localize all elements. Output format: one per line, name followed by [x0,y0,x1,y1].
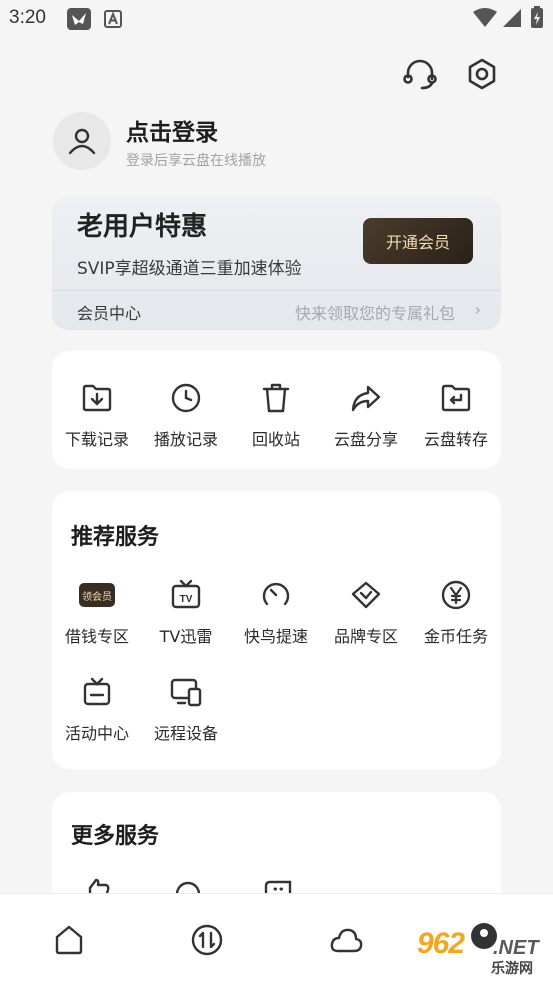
customer-service-button[interactable] [400,54,440,94]
speedometer-icon [258,577,294,613]
share-icon [348,380,384,416]
vip-center-label: 会员中心 [77,304,142,323]
coin-tasks-item[interactable]: 金币任务 [411,577,501,657]
headset-icon [403,59,437,90]
remote-device-item[interactable]: 远程设备 [141,674,231,754]
transfer-icon [191,924,223,956]
download-folder-icon [79,380,115,416]
brand-zone-item[interactable]: 品牌专区 [321,577,411,657]
home-icon [55,925,83,955]
watermark-logo: 962 .NET 乐游网 [413,925,553,981]
activity-center-item[interactable]: 活动中心 [52,674,142,754]
login-title[interactable]: 点击登录 [126,113,218,147]
tv-icon: TV [168,577,204,613]
remote-device-label: 远程设备 [153,724,218,743]
user-icon [68,128,96,155]
activity-center-label: 活动中心 [64,724,129,743]
brand-zone-label: 品牌专区 [333,627,398,646]
vip-promo-text: 快来领取您的专属礼包 [294,304,455,323]
cloud-transfer-label: 云盘转存 [423,430,488,449]
coin-tasks-label: 金币任务 [423,627,488,646]
cloud-transfer-item[interactable]: 云盘转存 [411,380,501,460]
signal-icon [502,8,522,32]
cloud-share-label: 云盘分享 [333,430,398,449]
recommended-services-card: 推荐服务 领会员 借钱专区 TV TV迅雷 快鸟提速 品牌专区 金币任务 活动中… [52,491,501,769]
vip-center-row[interactable]: 会员中心 快来领取您的专属礼包 › [52,290,501,330]
vip-badge-text: 领会员 [79,583,115,607]
remote-device-icon [168,674,204,710]
play-history-label: 播放记录 [153,430,218,449]
wifi-icon [472,8,498,32]
quick-actions-card: 下载记录 播放记录 回收站 云盘分享 云盘转存 [52,351,501,469]
open-membership-button[interactable]: 开通会员 [363,218,473,264]
tv-xunlei-item[interactable]: TV TV迅雷 [141,577,231,657]
recycle-bin-label: 回收站 [251,430,300,449]
speed-boost-label: 快鸟提速 [243,627,308,646]
status-time: 3:20 [9,7,46,28]
watermark-text: 乐游网 [491,961,533,977]
recycle-bin-item[interactable]: 回收站 [231,380,321,460]
svg-text:TV: TV [180,594,193,605]
vip-promo-card[interactable]: 老用户特惠 SVIP享超级通道三重加速体验 开通会员 会员中心 快来领取您的专属… [52,196,501,330]
trash-icon [258,380,294,416]
watermark-suffix: .NET [493,937,539,959]
vip-badge-icon: 领会员 [79,577,115,613]
download-records-label: 下载记录 [64,430,129,449]
notification-a-icon [104,10,122,32]
more-services-title: 更多服务 [71,824,160,849]
tv-xunlei-label: TV迅雷 [159,627,213,646]
cloud-share-item[interactable]: 云盘分享 [321,380,411,460]
notification-bird-icon [66,7,92,35]
clock-icon [168,380,204,416]
loan-zone-label: 借钱专区 [64,627,129,646]
login-subtitle: 登录后享云盘在线播放 [126,153,266,169]
chevron-right-icon: › [474,300,481,319]
download-records-item[interactable]: 下载记录 [52,380,142,460]
battery-icon [531,6,543,32]
cloud-icon [330,928,363,953]
vip-description: SVIP享超级通道三重加速体验 [77,259,302,279]
activity-tv-icon [79,674,115,710]
vip-title: 老用户特惠 [77,212,208,242]
nav-cloud[interactable] [326,920,366,960]
transfer-folder-icon [438,380,474,416]
status-bar: 3:20 [0,0,553,38]
handshake-icon [348,577,384,613]
gear-icon [468,58,496,90]
avatar[interactable] [53,112,111,170]
loan-zone-item[interactable]: 领会员 借钱专区 [52,577,142,657]
speed-boost-item[interactable]: 快鸟提速 [231,577,321,657]
yen-coin-icon [438,577,474,613]
watermark-number: 962 [417,927,465,960]
play-history-item[interactable]: 播放记录 [141,380,231,460]
recommended-title: 推荐服务 [71,525,160,550]
nav-home[interactable] [49,920,89,960]
settings-button[interactable] [462,54,502,94]
nav-transfer[interactable] [187,920,227,960]
